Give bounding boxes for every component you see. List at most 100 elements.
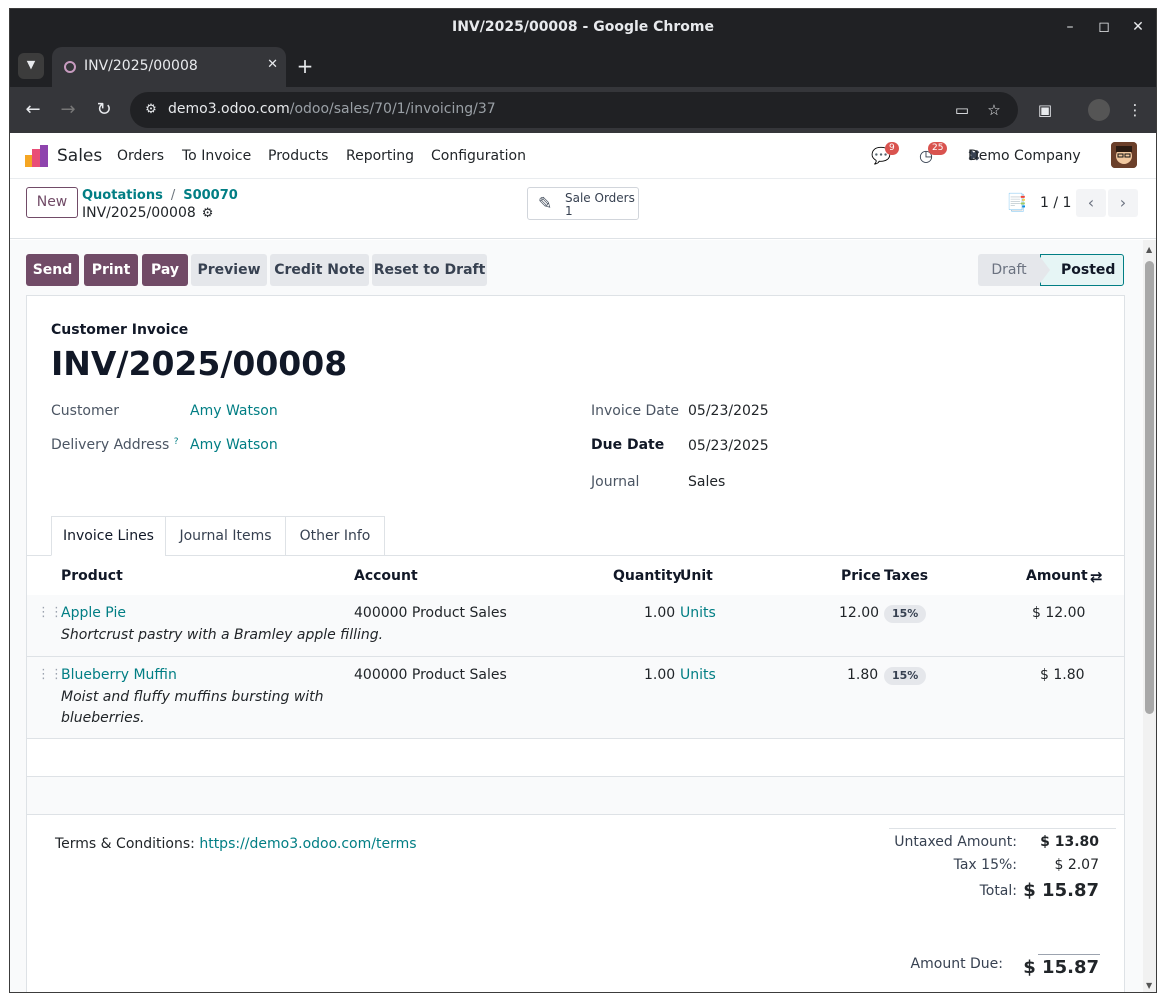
tab-search-icon[interactable]: ▼ (18, 53, 44, 79)
line-description-cont[interactable]: blueberries. (61, 710, 145, 726)
terms-link[interactable]: https://demo3.odoo.com/terms (199, 836, 416, 852)
scroll-up-icon[interactable]: ▲ (1146, 245, 1152, 254)
extensions-icon[interactable]: ▣ (1034, 99, 1056, 121)
drag-handle-icon[interactable]: ⋮⋮ (37, 605, 63, 620)
optional-columns-icon[interactable]: ⇄ (1090, 568, 1103, 586)
back-icon[interactable]: ← (20, 97, 46, 123)
delivery-address-label-text: Delivery Address (51, 437, 170, 453)
help-tooltip-icon[interactable]: ? (174, 437, 179, 447)
company-switcher[interactable]: Demo Company (968, 148, 1081, 164)
header-price[interactable]: Price (841, 568, 881, 584)
tab-other-info[interactable]: Other Info (285, 516, 385, 556)
invoice-number: INV/2025/00008 (51, 344, 348, 383)
tab-close-icon[interactable]: ✕ (267, 57, 278, 72)
header-quantity[interactable]: Quantity (613, 568, 682, 584)
preview-button[interactable]: Preview (191, 254, 267, 286)
minimize-icon[interactable]: – (1060, 17, 1080, 37)
menu-configuration[interactable]: Configuration (431, 148, 526, 164)
menu-to-invoice[interactable]: To Invoice (182, 148, 251, 164)
due-date-field[interactable]: 05/23/2025 (688, 438, 769, 454)
app-name[interactable]: Sales (57, 146, 102, 166)
breadcrumb-order[interactable]: S00070 (183, 188, 238, 203)
header-amount[interactable]: Amount (1026, 568, 1088, 584)
drag-handle-icon[interactable]: ⋮⋮ (37, 667, 63, 682)
line-description[interactable]: Moist and fluffy muffins bursting with (61, 689, 324, 705)
header-product[interactable]: Product (61, 568, 123, 584)
print-button[interactable]: Print (84, 254, 138, 286)
line-amount: $ 12.00 (1032, 605, 1086, 621)
site-info-icon[interactable]: ⚙ (142, 101, 160, 119)
line-description[interactable]: Shortcrust pastry with a Bramley apple f… (61, 627, 383, 643)
header-account[interactable]: Account (354, 568, 418, 584)
customer-field[interactable]: Amy Watson (190, 403, 278, 419)
address-bar[interactable]: ⚙ demo3.odoo.com/odoo/sales/70/1/invoici… (130, 92, 1018, 128)
status-posted[interactable]: Posted (1040, 254, 1124, 286)
line-unit[interactable]: Units (680, 667, 716, 683)
browser-tab[interactable]: INV/2025/00008 ✕ (52, 47, 286, 87)
pager-previous-icon[interactable]: ‹ (1076, 189, 1106, 217)
header-taxes[interactable]: Taxes (884, 568, 928, 584)
tax-tag[interactable]: 15% (884, 605, 927, 623)
line-account[interactable]: 400000 Product Sales (354, 667, 507, 683)
pay-button[interactable]: Pay (142, 254, 188, 286)
scroll-down-icon[interactable]: ▼ (1146, 981, 1152, 990)
sale-orders-smart-button[interactable]: ✎ Sale Orders 1 (527, 187, 639, 220)
table-row[interactable]: ⋮⋮ Blueberry Muffin Moist and fluffy muf… (27, 657, 1124, 739)
delivery-address-field[interactable]: Amy Watson (190, 437, 278, 453)
line-quantity[interactable]: 1.00 (644, 667, 675, 683)
totals-divider (889, 828, 1116, 829)
breadcrumb-quotations[interactable]: Quotations (82, 188, 163, 203)
invoice-date-field[interactable]: 05/23/2025 (688, 403, 769, 419)
user-avatar[interactable] (1111, 142, 1137, 168)
line-unit[interactable]: Units (680, 605, 716, 621)
gear-icon[interactable]: ⚙ (202, 206, 214, 221)
bookmark-icon[interactable]: 📑 (1006, 193, 1027, 213)
amount-due: $ 15.87 (1023, 957, 1099, 978)
install-app-icon[interactable]: ▭ (952, 100, 972, 120)
smart-button-value: 1 (565, 204, 573, 218)
reset-to-draft-button[interactable]: Reset to Draft (372, 254, 487, 286)
line-quantity[interactable]: 1.00 (644, 605, 675, 621)
journal-field[interactable]: Sales (688, 474, 725, 490)
url-path: /odoo/sales/70/1/invoicing/37 (289, 101, 496, 117)
terms-conditions: Terms & Conditions: https://demo3.odoo.c… (55, 836, 417, 852)
menu-orders[interactable]: Orders (117, 148, 164, 164)
menu-products[interactable]: Products (268, 148, 328, 164)
send-button[interactable]: Send (26, 254, 79, 286)
empty-row (27, 777, 1124, 815)
status-draft[interactable]: Draft (978, 254, 1040, 286)
untaxed-label: Untaxed Amount: (894, 834, 1017, 850)
page-scrollbar[interactable]: ▲ ▼ (1143, 240, 1156, 992)
line-price[interactable]: 1.80 (847, 667, 878, 683)
new-button[interactable]: New (26, 187, 78, 218)
tax-label: Tax 15%: (953, 857, 1017, 873)
line-product[interactable]: Blueberry Muffin (61, 667, 177, 683)
close-window-icon[interactable]: ✕ (1128, 17, 1148, 37)
url-text: demo3.odoo.com/odoo/sales/70/1/invoicing… (168, 101, 496, 117)
browser-window: INV/2025/00008 - Google Chrome – ◻ ✕ ▼ I… (9, 8, 1157, 993)
line-product[interactable]: Apple Pie (61, 605, 126, 621)
activities-badge: 25 (928, 142, 948, 155)
new-tab-icon[interactable]: + (292, 53, 318, 79)
table-row[interactable]: ⋮⋮ Apple Pie Shortcrust pastry with a Br… (27, 595, 1124, 657)
tab-invoice-lines[interactable]: Invoice Lines (51, 516, 166, 556)
credit-note-button[interactable]: Credit Note (270, 254, 369, 286)
reload-icon[interactable]: ↻ (91, 97, 117, 123)
bookmark-star-icon[interactable]: ☆ (984, 100, 1004, 120)
profile-avatar-icon[interactable] (1088, 99, 1110, 121)
header-unit[interactable]: Unit (680, 568, 713, 584)
forward-icon[interactable]: → (55, 97, 81, 123)
maximize-icon[interactable]: ◻ (1094, 17, 1114, 37)
pager-next-icon[interactable]: › (1108, 189, 1138, 217)
edit-icon: ✎ (538, 194, 553, 214)
browser-menu-icon[interactable]: ⋮ (1124, 99, 1146, 121)
scroll-thumb[interactable] (1145, 261, 1154, 714)
tab-journal-items[interactable]: Journal Items (165, 516, 286, 556)
sales-app-logo-icon[interactable] (25, 145, 49, 167)
pager-value[interactable]: 1 / 1 (1040, 195, 1071, 211)
tax-tag[interactable]: 15% (884, 667, 927, 685)
line-price[interactable]: 12.00 (839, 605, 879, 621)
total-label: Total: (979, 883, 1017, 899)
line-account[interactable]: 400000 Product Sales (354, 605, 507, 621)
menu-reporting[interactable]: Reporting (346, 148, 414, 164)
